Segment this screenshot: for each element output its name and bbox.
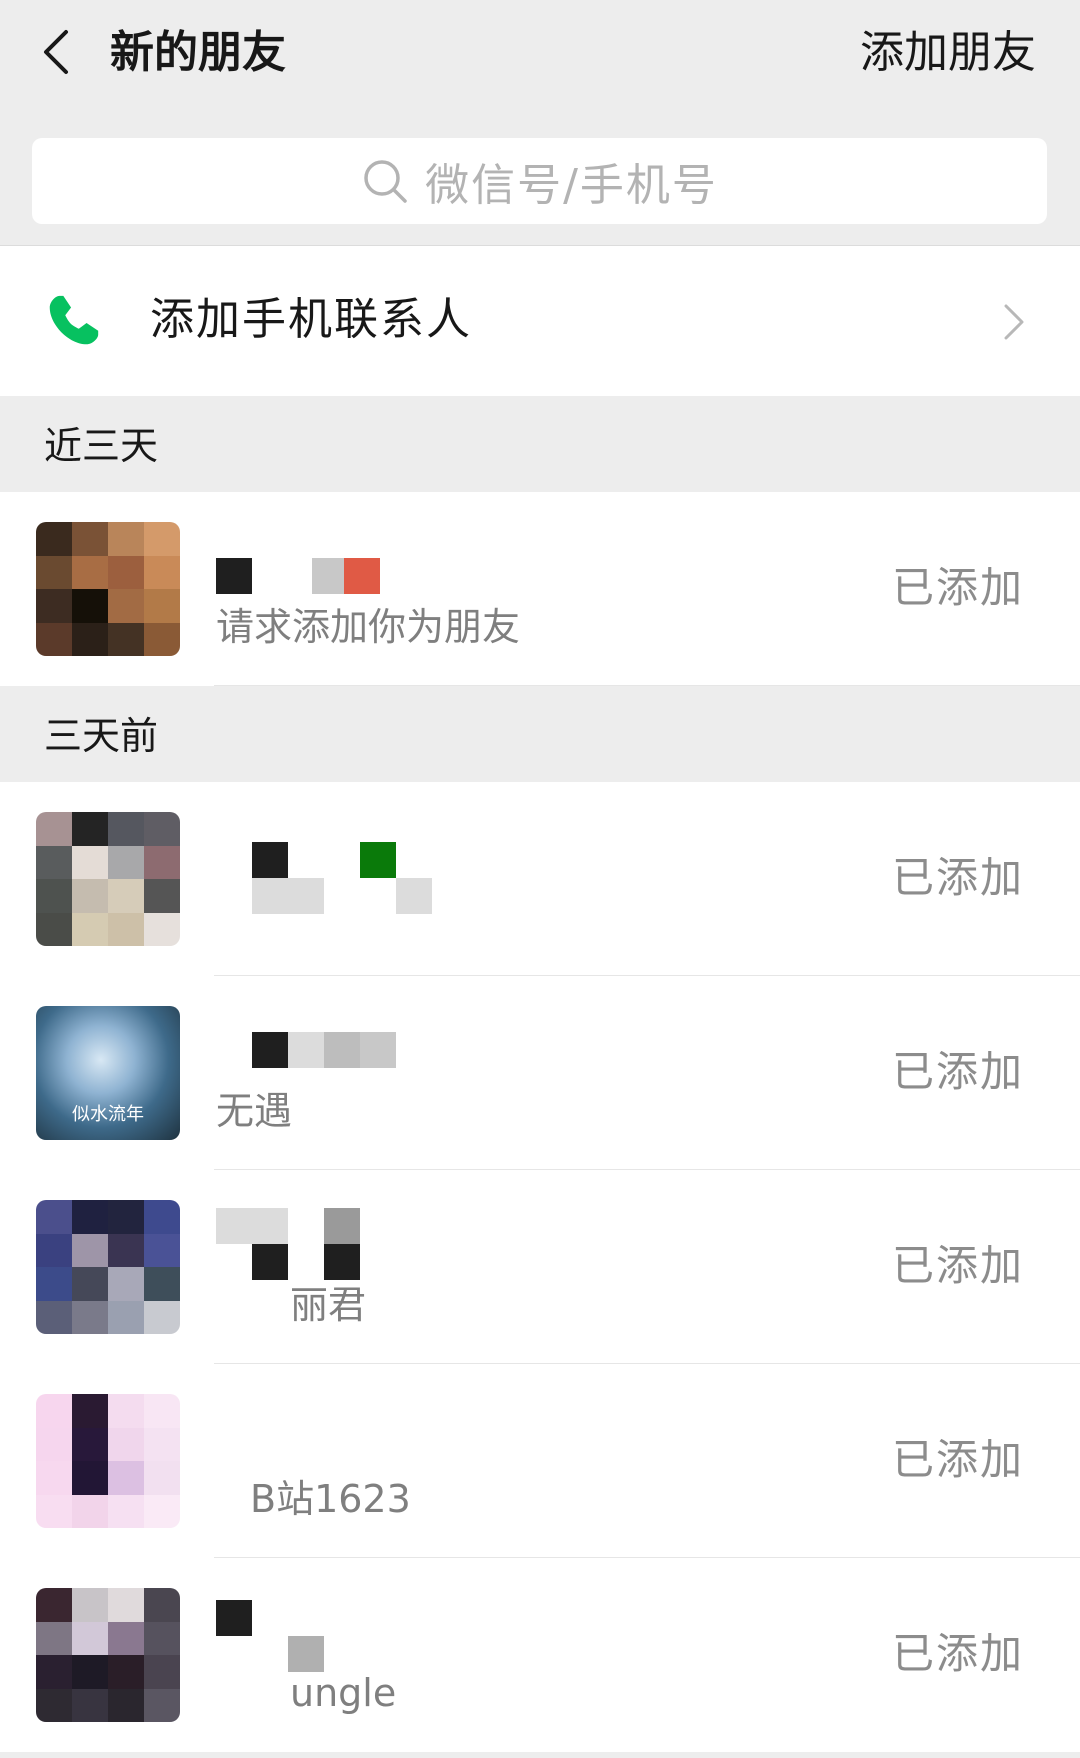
top-bar: 新的朋友 添加朋友	[0, 0, 1080, 110]
friend-name-mosaic	[216, 1032, 446, 1078]
friend-request-item[interactable]: 似水流年 无遇 已添加	[0, 976, 1080, 1170]
section-label: 近三天	[44, 424, 159, 468]
friend-request-item[interactable]: 已添加	[0, 782, 1080, 976]
avatar[interactable]	[36, 1588, 180, 1722]
status-added-label: 已添加	[891, 1435, 1024, 1484]
friend-subtitle: 丽君	[290, 1283, 367, 1327]
friend-name	[216, 1422, 446, 1466]
friend-request-item[interactable]: ungle 已添加	[0, 1558, 1080, 1752]
avatar[interactable]	[36, 522, 180, 656]
friend-name-mosaic	[216, 1208, 446, 1288]
add-phone-contacts-label: 添加手机联系人	[150, 294, 472, 345]
friend-subtitle: B站1623	[250, 1477, 411, 1521]
friend-name-mosaic	[216, 840, 446, 914]
page-title: 新的朋友	[110, 27, 286, 78]
section-label: 三天前	[44, 714, 159, 758]
add-friend-button[interactable]: 添加朋友	[860, 24, 1036, 82]
chevron-right-icon	[1004, 304, 1024, 340]
friend-request-item[interactable]: B站1623 已添加	[0, 1364, 1080, 1558]
avatar[interactable]: 似水流年	[36, 1006, 180, 1140]
avatar[interactable]	[36, 1200, 180, 1334]
avatar[interactable]	[36, 1394, 180, 1528]
friend-request-item[interactable]: 请求添加你为朋友 已添加	[0, 492, 1080, 686]
friend-request-item[interactable]: 丽君 已添加	[0, 1170, 1080, 1364]
friend-name-mosaic	[216, 550, 446, 594]
search-icon	[364, 160, 407, 203]
search-placeholder: 微信号/手机号	[425, 160, 718, 211]
new-friends-screen: 新的朋友 添加朋友 微信号/手机号 添加手机联系人 近三天 请求添加你为朋友 已…	[0, 0, 1080, 1758]
friend-subtitle: 无遇	[216, 1089, 293, 1133]
section-header-older: 三天前	[0, 686, 1080, 782]
phone-icon	[49, 295, 99, 345]
avatar-caption: 似水流年	[72, 1104, 144, 1125]
status-added-label: 已添加	[891, 1047, 1024, 1096]
add-phone-contacts-item[interactable]: 添加手机联系人	[0, 246, 1080, 396]
friend-subtitle: 请求添加你为朋友	[216, 605, 521, 649]
friend-subtitle: ungle	[290, 1671, 397, 1715]
status-added-label: 已添加	[891, 1629, 1024, 1678]
chevron-left-icon	[44, 30, 68, 74]
search-input[interactable]: 微信号/手机号	[32, 138, 1047, 224]
status-added-label: 已添加	[891, 853, 1024, 902]
status-added-label: 已添加	[891, 1241, 1024, 1290]
back-button[interactable]	[34, 22, 78, 82]
status-added-label: 已添加	[891, 563, 1024, 612]
avatar[interactable]	[36, 812, 180, 946]
section-header-recent: 近三天	[0, 396, 1080, 492]
